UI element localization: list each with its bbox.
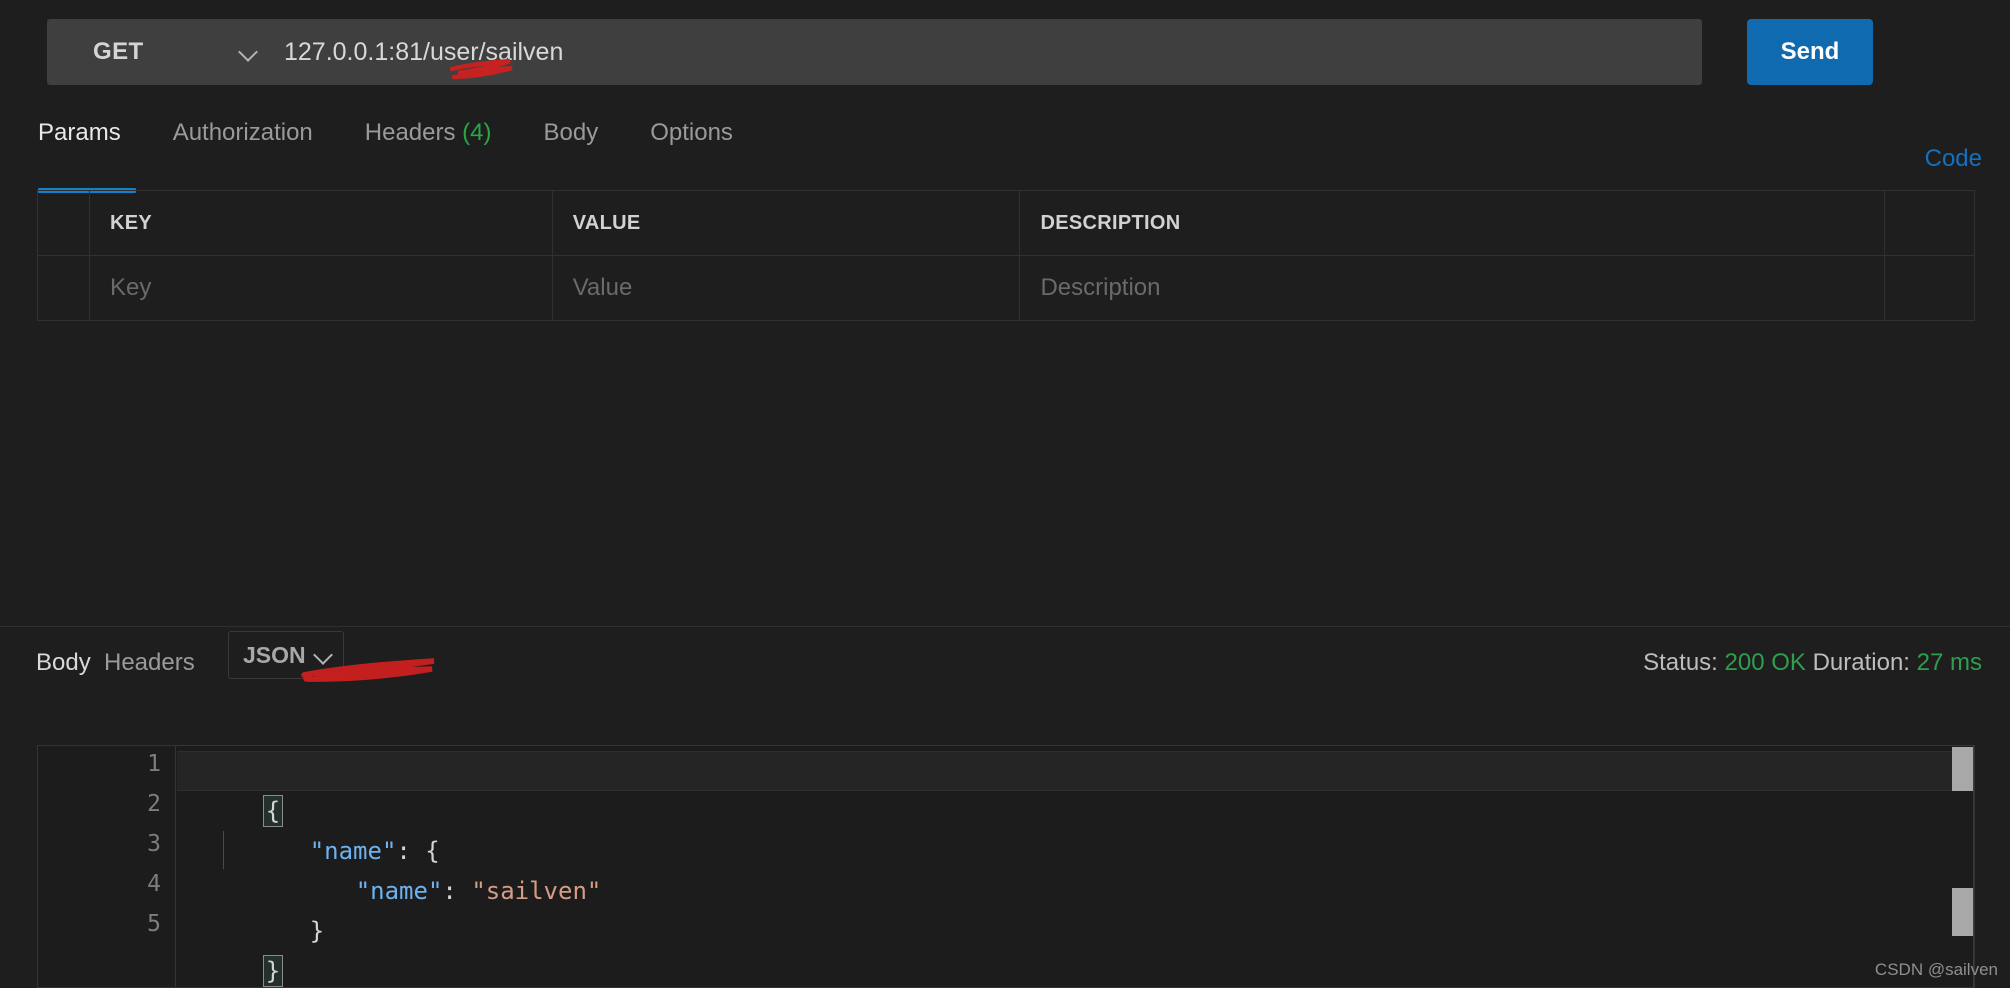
table-row[interactable]: Key Value Description	[37, 255, 1975, 321]
request-tabs: Params Authorization Headers (4) Body Op…	[38, 106, 1978, 160]
chevron-down-icon	[315, 646, 333, 664]
tab-params[interactable]: Params	[38, 106, 121, 160]
code-line: {	[177, 751, 284, 827]
tab-options-label: Options	[650, 119, 733, 146]
response-format-label: JSON	[243, 641, 306, 668]
code-token-string: "sailven"	[471, 877, 602, 905]
code-token-key: "name"	[355, 877, 443, 905]
line-number: 2	[147, 791, 161, 817]
http-method-label: GET	[93, 38, 144, 65]
code-token-punct: :	[442, 877, 472, 905]
line-number: 5	[147, 911, 161, 937]
column-header-value: VALUE	[551, 190, 1021, 256]
tab-body[interactable]: Body	[544, 106, 599, 160]
column-header-description: DESCRIPTION	[1019, 190, 1885, 256]
tab-headers-label: Headers	[364, 119, 456, 146]
url-field-group: GET	[47, 19, 1702, 85]
response-body-editor[interactable]: 1 2 3 4 5 { "name": { "name": "sailven" …	[37, 745, 1975, 988]
response-status-group: Status: 200 OK Duration: 27 ms	[1643, 649, 1982, 677]
status-label: Status:	[1643, 649, 1718, 676]
request-url-bar: GET Send	[47, 19, 1873, 85]
indent-guide	[223, 831, 224, 869]
tab-authorization-label: Authorization	[172, 119, 313, 146]
tab-headers-count: (4)	[462, 119, 492, 146]
code-link[interactable]: Code	[1925, 145, 1982, 173]
chevron-down-icon	[240, 43, 258, 61]
editor-scrollbar-thumb[interactable]	[1952, 747, 1973, 791]
url-input[interactable]	[284, 37, 1702, 67]
tab-headers[interactable]: Headers (4)	[365, 106, 492, 160]
watermark: CSDN @sailven	[1874, 960, 1998, 979]
tab-params-label: Params	[38, 119, 121, 146]
row-checkbox-cell[interactable]	[37, 255, 90, 321]
editor-line-number-gutter: 1 2 3 4 5	[38, 746, 176, 987]
row-actions-cell[interactable]	[1884, 255, 1975, 321]
key-input-cell[interactable]: Key	[88, 255, 553, 321]
column-header-actions	[1884, 190, 1975, 256]
duration-value: 27 ms	[1916, 649, 1982, 676]
response-tab-headers[interactable]: Headers	[104, 649, 195, 677]
tab-authorization[interactable]: Authorization	[173, 106, 313, 160]
editor-scrollbar-marker[interactable]	[1952, 888, 1973, 936]
response-tab-body[interactable]: Body	[36, 649, 91, 677]
line-number: 3	[147, 831, 161, 857]
value-input-cell[interactable]: Value	[551, 255, 1021, 321]
column-header-key: KEY	[88, 190, 553, 256]
table-header-row: KEY VALUE DESCRIPTION	[37, 190, 1975, 256]
description-input-cell[interactable]: Description	[1019, 255, 1885, 321]
code-line: "name": "sailven"	[269, 831, 602, 905]
editor-vertical-scrollbar-track[interactable]	[1952, 746, 1974, 987]
http-method-select[interactable]: GET	[47, 19, 284, 85]
query-params-table: KEY VALUE DESCRIPTION Key Value Descript…	[37, 190, 1975, 321]
duration-label: Duration:	[1812, 649, 1910, 676]
line-number: 4	[147, 871, 161, 897]
status-value: 200 OK	[1724, 649, 1806, 676]
tab-options[interactable]: Options	[650, 106, 733, 160]
editor-code-area[interactable]: { "name": { "name": "sailven" } }	[177, 746, 1974, 987]
response-toolbar: Body Headers JSON Status: 200 OK Duratio…	[0, 627, 2010, 715]
column-header-checkbox	[37, 190, 90, 256]
code-line: "name": {	[223, 791, 440, 865]
code-line: }	[177, 911, 284, 987]
send-button[interactable]: Send	[1747, 19, 1873, 85]
tab-body-label: Body	[543, 119, 599, 146]
code-token-close-brace: }	[309, 917, 325, 945]
line-number: 1	[147, 751, 161, 777]
code-token-close-brace: }	[262, 955, 284, 987]
response-format-select[interactable]: JSON	[228, 631, 344, 679]
code-line: }	[223, 871, 324, 945]
